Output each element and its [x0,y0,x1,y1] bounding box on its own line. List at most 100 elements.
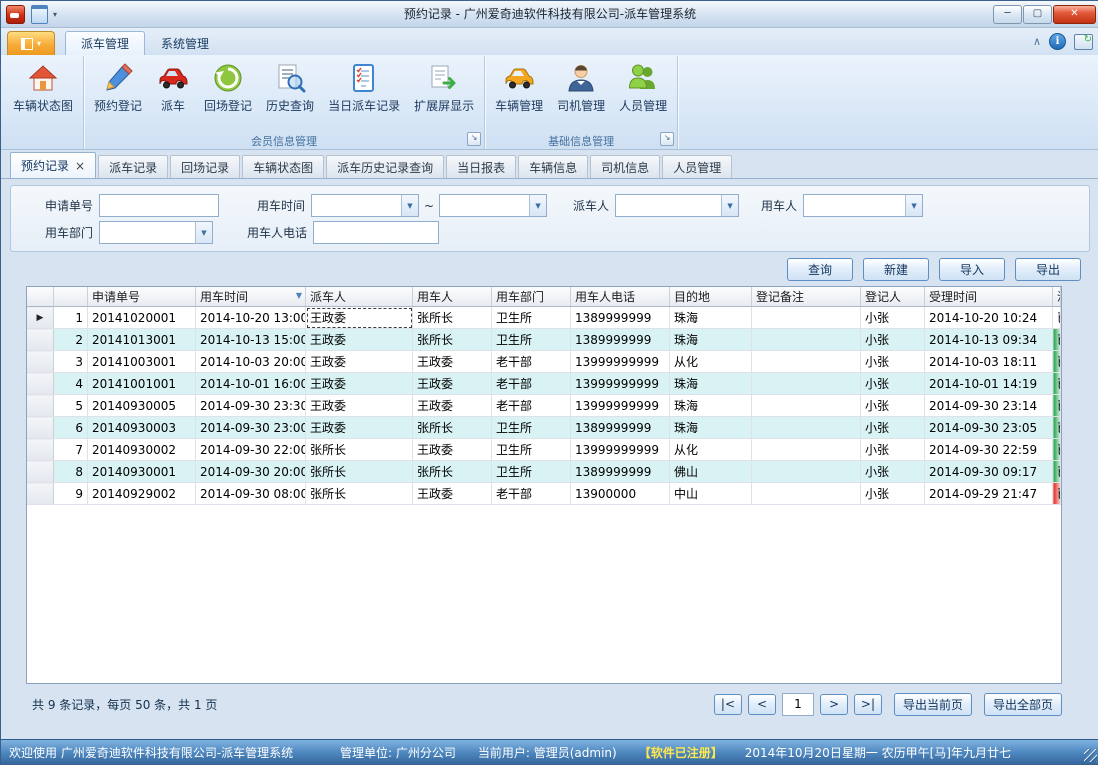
chevron-down-icon[interactable]: ▼ [721,195,738,216]
collapse-ribbon-icon[interactable]: ∧ [1033,37,1041,47]
cell-remark [752,417,861,439]
table-row[interactable]: ▶1201410200012014-10-20 13:00王政委张所长卫生所13… [27,307,1061,329]
use-time-from-input[interactable] [312,195,401,216]
column-header-phone[interactable]: 用车人电话 [571,287,670,307]
switch-window-icon[interactable] [1074,34,1093,50]
table-row[interactable]: 9201409290022014-09-30 08:00张所长王政委老干部139… [27,483,1061,505]
resize-grip[interactable] [1084,749,1097,762]
ribbon-button-house[interactable]: 车辆状态图 [6,56,80,117]
cell-remark [752,329,861,351]
column-header-remark[interactable]: 登记备注 [752,287,861,307]
export-current-page-button[interactable]: 导出当前页 [894,693,972,716]
cell-destination: 从化 [670,351,752,373]
apply-no-input[interactable] [99,194,219,217]
dept-input[interactable] [100,222,195,243]
cell-phone: 13999999999 [571,395,670,417]
doc-tab-8[interactable]: 司机信息 [590,155,660,178]
doc-tab-7[interactable]: 车辆信息 [518,155,588,178]
ribbon-button-driver[interactable]: 司机管理 [550,56,612,117]
use-time-label: 用车时间 [233,197,311,214]
import-button[interactable]: 导入 [939,258,1005,281]
table-row[interactable]: 7201409300022014-09-30 22:00张所长王政委卫生所139… [27,439,1061,461]
cell-accept_time: 2014-09-30 23:05 [925,417,1053,439]
doc-tab-strip: 预约记录×派车记录回场记录车辆状态图派车历史记录查询当日报表车辆信息司机信息人员… [1,150,1098,179]
dispatcher-combo[interactable]: ▼ [615,194,739,217]
doc-tab-2[interactable]: 派车记录 [98,155,168,178]
cell-phone: 1389999999 [571,417,670,439]
close-tab-icon[interactable]: × [75,160,85,172]
column-header-user[interactable]: 用车人 [413,287,492,307]
user-input[interactable] [804,195,905,216]
last-page-button[interactable]: >| [854,694,882,715]
column-header-use_time[interactable]: 用车时间▼ [196,287,306,307]
doc-tab-3[interactable]: 回场记录 [170,155,240,178]
app-logo-icon[interactable] [6,5,25,24]
ribbon-tab-1[interactable]: 派车管理 [65,31,145,55]
chevron-down-icon[interactable]: ▼ [905,195,922,216]
user-combo[interactable]: ▼ [803,194,923,217]
column-header-dispatcher[interactable]: 派车人 [306,287,413,307]
use-time-from-combo[interactable]: ▼ [311,194,419,217]
column-header-status[interactable]: 派车状态 [1053,287,1061,307]
ribbon-button-people[interactable]: 人员管理 [612,56,674,117]
doc-tab-4[interactable]: 车辆状态图 [242,155,324,178]
row-indicator-cell [27,483,54,505]
use-time-to-input[interactable] [440,195,529,216]
new-button[interactable]: 新建 [863,258,929,281]
quick-access-window-icon[interactable] [31,5,48,24]
column-header-dept[interactable]: 用车部门 [492,287,571,307]
ribbon-button-extend-screen[interactable]: 扩展屏显示 [407,56,481,117]
ribbon-button-return-refresh[interactable]: 回场登记 [197,56,259,117]
query-button[interactable]: 查询 [787,258,853,281]
column-header-label: 登记备注 [756,290,804,304]
column-header-registrar[interactable]: 登记人 [861,287,925,307]
ribbon-tab-2[interactable]: 系统管理 [145,31,225,55]
close-button[interactable]: ✕ [1053,5,1096,24]
table-row[interactable]: 6201409300032014-09-30 23:00王政委张所长卫生所138… [27,417,1061,439]
ribbon-button-daily-record[interactable]: 当日派车记录 [321,56,407,117]
dialog-launcher-icon[interactable]: ↘ [467,132,481,146]
table-row[interactable]: 2201410130012014-10-13 15:00王政委张所长卫生所138… [27,329,1061,351]
table-row[interactable]: 4201410010012014-10-01 16:00王政委王政委老干部139… [27,373,1061,395]
ribbon-button-red-car[interactable]: 派车 [149,56,197,117]
column-header-destination[interactable]: 目的地 [670,287,752,307]
table-row[interactable]: 5201409300052014-09-30 23:30王政委王政委老干部139… [27,395,1061,417]
statusbar: 欢迎使用 广州爱奇迪软件科技有限公司-派车管理系统 管理单位: 广州分公司 当前… [1,739,1098,764]
export-button[interactable]: 导出 [1015,258,1081,281]
chevron-down-icon[interactable]: ▼ [401,195,418,216]
next-page-button[interactable]: > [820,694,848,715]
doc-tab-5[interactable]: 派车历史记录查询 [326,155,444,178]
quick-access-dropdown-icon[interactable]: ▾ [53,10,57,19]
registered-badge[interactable]: 【软件已注册】 [639,744,723,761]
filter-dropdown-icon[interactable]: ▼ [296,291,302,300]
info-icon[interactable]: i [1049,33,1066,50]
chevron-down-icon[interactable]: ▼ [529,195,546,216]
chevron-down-icon[interactable]: ▼ [195,222,212,243]
first-page-button[interactable]: |< [714,694,742,715]
export-all-pages-button[interactable]: 导出全部页 [984,693,1062,716]
use-time-to-combo[interactable]: ▼ [439,194,547,217]
table-row[interactable]: 3201410030012014-10-03 20:00王政委王政委老干部139… [27,351,1061,373]
minimize-button[interactable]: ─ [993,5,1022,24]
application-menu-button[interactable]: ▾ [7,31,55,55]
cell-apply_no: 20141013001 [88,329,196,351]
page-number-input[interactable] [782,693,814,716]
table-row[interactable]: 8201409300012014-09-30 20:00张所长张所长卫生所138… [27,461,1061,483]
column-header-accept_time[interactable]: 受理时间 [925,287,1053,307]
dispatcher-input[interactable] [616,195,721,216]
doc-tab-9[interactable]: 人员管理 [662,155,732,178]
phone-input[interactable] [313,221,439,244]
prev-page-button[interactable]: < [748,694,776,715]
ribbon-button-history-search[interactable]: 历史查询 [259,56,321,117]
dept-combo[interactable]: ▼ [99,221,213,244]
maximize-button[interactable]: ▢ [1023,5,1052,24]
doc-tab-1[interactable]: 预约记录× [10,152,96,178]
doc-tab-6[interactable]: 当日报表 [446,155,516,178]
column-header-label: 申请单号 [92,290,140,304]
column-header-apply_no[interactable]: 申请单号 [88,287,196,307]
cell-user: 王政委 [413,439,492,461]
cell-use_time: 2014-09-30 22:00 [196,439,306,461]
dialog-launcher-icon[interactable]: ↘ [660,132,674,146]
ribbon-button-pencil[interactable]: 预约登记 [87,56,149,117]
ribbon-button-yellow-car[interactable]: 车辆管理 [488,56,550,117]
